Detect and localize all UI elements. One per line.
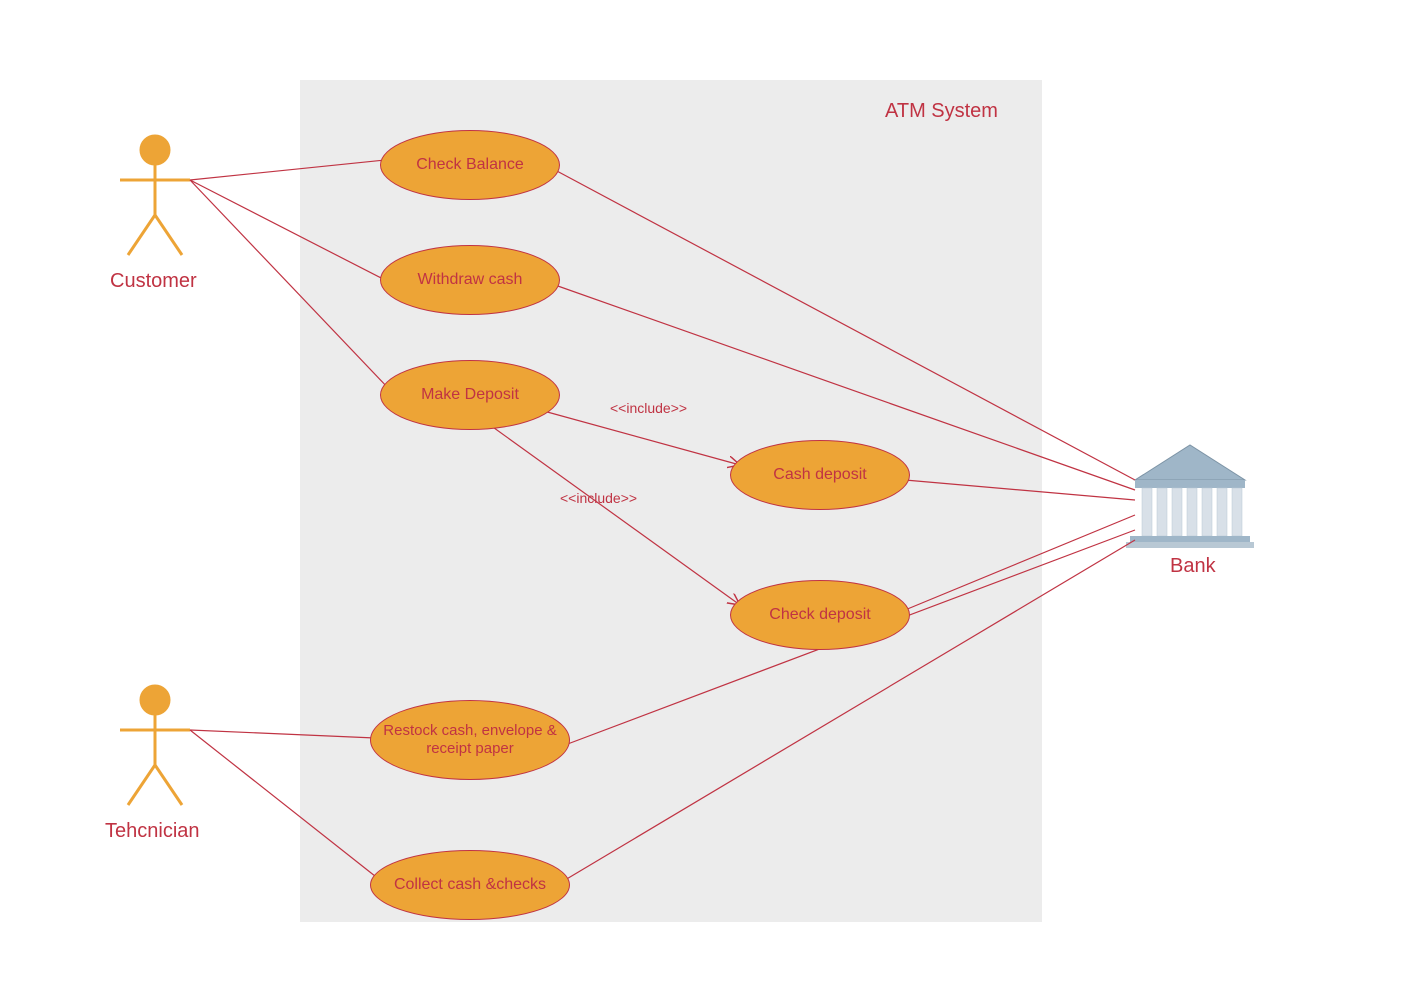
usecase-label: Check deposit bbox=[769, 605, 870, 624]
actor-technician-icon bbox=[120, 686, 190, 805]
diagram-canvas: ATM System bbox=[0, 0, 1408, 990]
include-label: <<include>> bbox=[610, 400, 687, 416]
usecase-withdraw-cash: Withdraw cash bbox=[380, 245, 560, 315]
actor-customer-icon bbox=[120, 136, 190, 255]
usecase-label: Collect cash &checks bbox=[394, 875, 546, 894]
system-title: ATM System bbox=[885, 100, 998, 123]
usecase-cash-deposit: Cash deposit bbox=[730, 440, 910, 510]
usecase-label: Cash deposit bbox=[773, 465, 866, 484]
usecase-label: Make Deposit bbox=[421, 385, 519, 404]
usecase-make-deposit: Make Deposit bbox=[380, 360, 560, 430]
usecase-check-deposit: Check deposit bbox=[730, 580, 910, 650]
usecase-check-balance: Check Balance bbox=[380, 130, 560, 200]
usecase-restock: Restock cash, envelope & receipt paper bbox=[370, 700, 570, 780]
include-label: <<include>> bbox=[560, 490, 637, 506]
usecase-collect: Collect cash &checks bbox=[370, 850, 570, 920]
actor-bank-label: Bank bbox=[1170, 555, 1216, 578]
actor-technician-label: Tehcnician bbox=[105, 820, 200, 843]
usecase-label: Check Balance bbox=[416, 155, 524, 174]
actor-customer-label: Customer bbox=[110, 270, 197, 293]
usecase-label: Restock cash, envelope & receipt paper bbox=[381, 722, 559, 758]
system-boundary bbox=[300, 80, 1042, 922]
actor-bank-icon bbox=[1126, 445, 1254, 548]
usecase-label: Withdraw cash bbox=[418, 270, 523, 289]
